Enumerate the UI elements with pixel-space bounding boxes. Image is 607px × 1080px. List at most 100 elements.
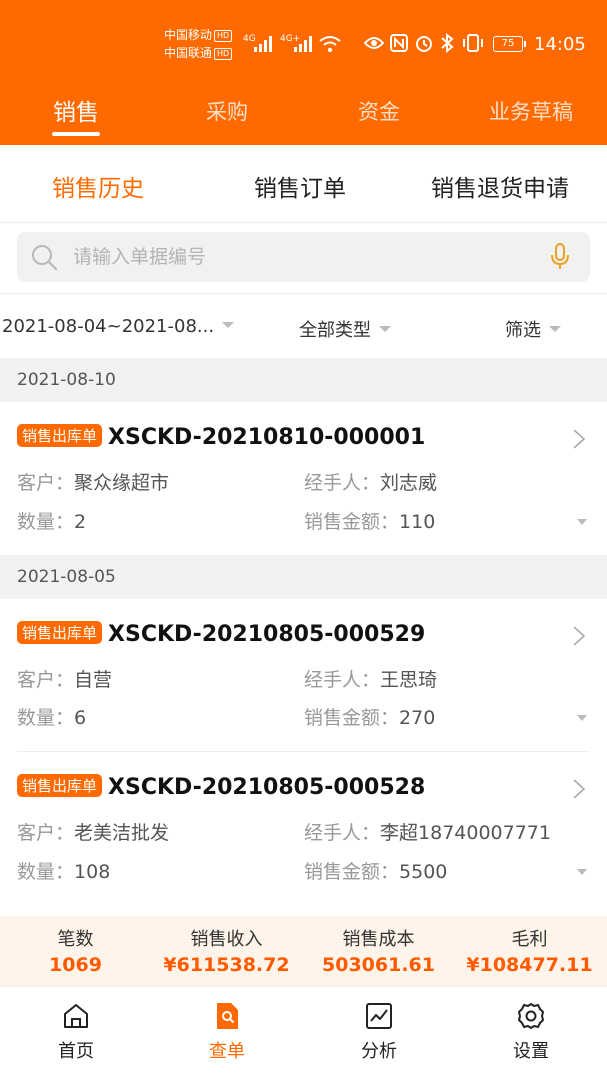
bottom-nav: 首页 查单 分析 设置 (0, 986, 607, 1080)
nav-query[interactable]: 查单 (167, 1001, 287, 1063)
handler-field: 经手人：刘志威 (304, 468, 437, 495)
expand-caret-icon[interactable] (577, 869, 587, 875)
eye-icon (364, 37, 384, 49)
order-type-badge: 销售出库单 (17, 424, 103, 447)
order-title-row: 销售出库单 XSCKD-20210810-000001 (17, 424, 425, 452)
subtab-sales-returns[interactable]: 销售退货申请 (431, 169, 569, 203)
gear-icon (518, 1003, 544, 1029)
order-number: XSCKD-20210810-000001 (108, 425, 426, 450)
order-title-row: 销售出库单 XSCKD-20210805-000529 (17, 621, 425, 649)
carrier-2: 中国联通 (164, 46, 213, 60)
tab-sales[interactable]: 销售 (16, 93, 136, 127)
microphone-icon[interactable] (550, 243, 570, 271)
amount-value: 110 (399, 511, 436, 533)
vibrate-icon (463, 34, 483, 52)
bluetooth-icon (441, 33, 454, 53)
quantity-label: 数量： (17, 861, 75, 883)
tab-purchase[interactable]: 采购 (167, 96, 287, 126)
summary-label: 笔数 (57, 929, 94, 950)
quantity-value: 6 (74, 707, 87, 729)
handler-value: 王思琦 (380, 669, 438, 691)
type-filter[interactable]: 全部类型 (299, 316, 391, 342)
order-card[interactable]: 销售出库单 XSCKD-20210805-000528 客户：老美洁批发 经手人：… (0, 754, 607, 909)
sub-tabs: 销售历史 销售订单 销售退货申请 (0, 145, 607, 223)
customer-field: 客户：老美洁批发 (17, 818, 169, 845)
subtab-sales-history[interactable]: 销售历史 (52, 169, 144, 203)
customer-value: 老美洁批发 (74, 822, 170, 844)
chevron-right-icon[interactable] (572, 625, 586, 647)
expand-caret-icon[interactable] (577, 519, 587, 525)
date-group-header: 2021-08-10 (0, 358, 607, 402)
quantity-field: 数量：6 (17, 703, 86, 730)
nav-label: 分析 (361, 1041, 397, 1062)
nfc-icon (390, 34, 408, 52)
quantity-label: 数量： (17, 511, 75, 533)
status-bar: 中国移动 HD 中国联通 HD 4G 4G+ 75 14:05 (0, 0, 607, 80)
handler-field: 经手人：王思琦 (304, 665, 437, 692)
subtab-sales-orders[interactable]: 销售订单 (254, 169, 346, 203)
carrier-info: 中国移动 HD 中国联通 HD (164, 26, 233, 62)
screen-filter[interactable]: 筛选 (505, 316, 561, 342)
amount-field: 销售金额：270 (304, 703, 435, 730)
nav-label: 首页 (58, 1041, 94, 1062)
order-number: XSCKD-20210805-000529 (108, 622, 426, 647)
quantity-field: 数量：2 (17, 507, 86, 534)
type-filter-value: 全部类型 (299, 320, 371, 341)
amount-value: 270 (399, 707, 436, 729)
order-card[interactable]: 销售出库单 XSCKD-20210805-000529 客户：自营 经手人：王思琦… (0, 599, 607, 752)
handler-value: 李超18740007771 (380, 822, 551, 844)
nav-analysis[interactable]: 分析 (319, 1001, 439, 1063)
handler-label: 经手人： (304, 822, 381, 844)
nav-label: 设置 (513, 1041, 549, 1062)
customer-label: 客户： (17, 669, 75, 691)
date-range-filter[interactable]: 2021-08-04~2021-08... (2, 316, 235, 337)
chevron-right-icon[interactable] (572, 778, 586, 800)
screen-filter-label: 筛选 (505, 320, 541, 341)
customer-field: 客户：聚众缘超市 (17, 468, 169, 495)
summary-count: 笔数 1069 (0, 928, 151, 978)
handler-label: 经手人： (304, 669, 381, 691)
app-header: 中国移动 HD 中国联通 HD 4G 4G+ 75 14:05 销售 采购 资金… (0, 0, 607, 145)
chevron-right-icon[interactable] (572, 428, 586, 450)
amount-label: 销售金额： (304, 861, 400, 883)
order-type-badge: 销售出库单 (17, 621, 103, 644)
search-box (17, 232, 590, 282)
nav-label: 查单 (209, 1041, 245, 1062)
summary-value: 503061.61 (322, 954, 435, 976)
dropdown-caret-icon (222, 322, 235, 328)
expand-caret-icon[interactable] (577, 715, 587, 721)
amount-label: 销售金额： (304, 511, 400, 533)
search-input[interactable] (73, 242, 523, 272)
date-range-value: 2021-08-04~2021-08... (2, 316, 215, 337)
signal-icon-1 (254, 36, 274, 52)
handler-label: 经手人： (304, 472, 381, 494)
quantity-value: 108 (74, 861, 111, 883)
carrier-1: 中国移动 (164, 28, 213, 42)
home-icon (64, 1004, 88, 1028)
nav-home[interactable]: 首页 (16, 1001, 136, 1063)
nav-settings[interactable]: 设置 (471, 1001, 591, 1063)
tab-funds[interactable]: 资金 (319, 96, 439, 126)
quantity-label: 数量： (17, 707, 75, 729)
dropdown-caret-icon (379, 326, 391, 332)
chart-icon (366, 1003, 392, 1029)
summary-cost: 销售成本 503061.61 (303, 928, 454, 978)
customer-value: 聚众缘超市 (74, 472, 170, 494)
amount-label: 销售金额： (304, 707, 400, 729)
customer-label: 客户： (17, 822, 75, 844)
signal-icon-2 (294, 36, 314, 52)
amount-value: 5500 (399, 861, 448, 883)
summary-value: ¥108477.11 (466, 954, 593, 976)
summary-value: ¥611538.72 (163, 954, 290, 976)
search-bar (0, 223, 607, 293)
order-number: XSCKD-20210805-000528 (108, 775, 426, 800)
order-card[interactable]: 销售出库单 XSCKD-20210810-000001 客户：聚众缘超市 经手人：… (0, 402, 607, 555)
battery-icon: 75 (493, 36, 526, 52)
order-title-row: 销售出库单 XSCKD-20210805-000528 (17, 774, 425, 802)
summary-label: 销售成本 (342, 929, 415, 950)
tab-drafts[interactable]: 业务草稿 (471, 96, 591, 126)
clock: 14:05 (534, 34, 586, 55)
hd-badge-2: HD (214, 48, 233, 60)
date-group-header: 2021-08-05 (0, 555, 607, 599)
amount-field: 销售金额：5500 (304, 857, 447, 884)
